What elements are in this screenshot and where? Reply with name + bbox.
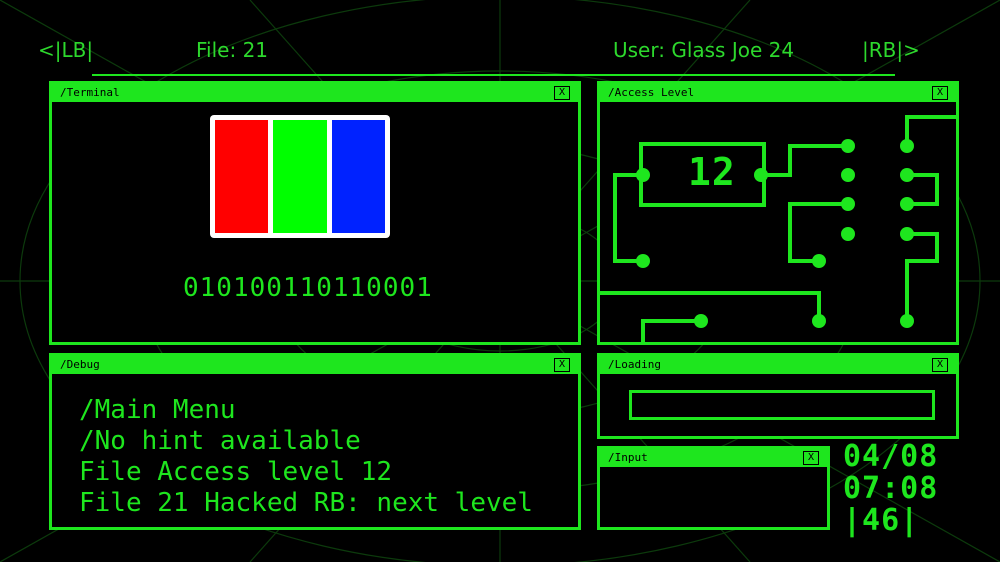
loading-window: /Loading X	[597, 353, 959, 439]
file-label: File: 21	[196, 38, 269, 62]
rb-button[interactable]: |RB|>	[862, 38, 920, 62]
clock-date: 04/08	[843, 439, 939, 474]
terminal-title: /Terminal	[52, 84, 578, 102]
input-field[interactable]	[600, 467, 827, 527]
debug-close-button[interactable]: X	[554, 358, 570, 372]
loading-progress-bar	[629, 390, 935, 420]
user-label: User: Glass Joe 24	[613, 38, 795, 62]
loading-close-button[interactable]: X	[932, 358, 948, 372]
terminal-close-button[interactable]: X	[554, 86, 570, 100]
color-bar-green	[273, 120, 327, 233]
terminal-window: /Terminal X 010100110110001	[49, 81, 581, 345]
debug-line: /No hint available	[79, 426, 361, 456]
access-level-value: 12	[688, 150, 736, 194]
debug-title: /Debug	[52, 356, 578, 374]
clock-time: 07:08	[843, 471, 939, 506]
input-close-button[interactable]: X	[803, 451, 819, 465]
color-bars	[210, 115, 390, 238]
color-bar-blue	[331, 120, 385, 233]
access-level-window: /Access Level X 12	[597, 81, 959, 345]
color-bar-red	[215, 120, 269, 233]
debug-log: /Main Menu /No hint available File Acces…	[79, 395, 533, 519]
lb-button[interactable]: <|LB|	[38, 38, 93, 62]
debug-line: File Access level 12	[79, 457, 393, 487]
loading-title: /Loading	[600, 356, 956, 374]
clock-seconds: |46|	[843, 503, 920, 538]
debug-window: /Debug X /Main Menu /No hint available F…	[49, 353, 581, 530]
input-window: /Input X	[597, 446, 830, 530]
input-title: /Input	[600, 449, 827, 467]
debug-line: /Main Menu	[79, 395, 236, 425]
debug-line: File 21 Hacked RB: next level	[79, 488, 533, 518]
header-divider	[92, 74, 895, 76]
binary-code: 010100110110001	[183, 273, 433, 303]
circuit-diagram	[597, 115, 957, 345]
